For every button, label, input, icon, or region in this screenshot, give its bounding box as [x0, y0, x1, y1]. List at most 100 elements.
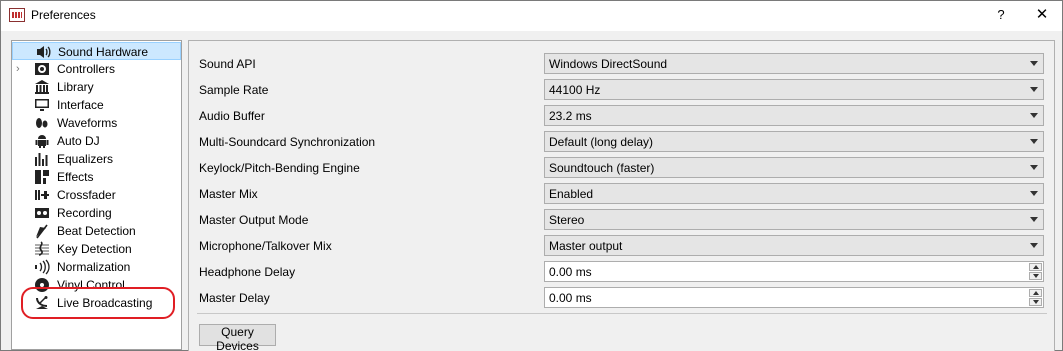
divider: [197, 313, 1047, 314]
spin-down-icon[interactable]: [1029, 298, 1042, 306]
master-delay-input[interactable]: [546, 289, 1026, 306]
form-row-sound-api: Sound API Windows DirectSound: [189, 53, 1054, 75]
select-value: 44100 Hz: [549, 83, 601, 97]
sidebar-item-label: Vinyl Control: [57, 278, 125, 292]
form-label: Audio Buffer: [199, 109, 265, 123]
audio-buffer-select[interactable]: 23.2 ms: [544, 105, 1044, 126]
sidebar-item-label: Sound Hardware: [58, 45, 149, 59]
sidebar-item-label: Key Detection: [57, 242, 132, 256]
sound-hardware-panel: Sound API Windows DirectSound Sample Rat…: [188, 40, 1055, 351]
sidebar-item-library[interactable]: Library: [12, 78, 181, 96]
chevron-down-icon: [1030, 61, 1038, 66]
sidebar-item-label: Normalization: [57, 260, 131, 274]
sidebar-item-label: Effects: [57, 170, 94, 184]
app-icon: [9, 8, 25, 22]
sidebar-item-recording[interactable]: Recording: [12, 204, 181, 222]
form-label: Master Mix: [199, 187, 258, 201]
chevron-down-icon: [1030, 191, 1038, 196]
sidebar-item-controllers[interactable]: › Controllers: [12, 60, 181, 78]
sidebar-item-interface[interactable]: Interface: [12, 96, 181, 114]
form-row-talkover-mix: Microphone/Talkover Mix Master output: [189, 235, 1054, 257]
waveform-icon: [34, 115, 50, 131]
vinyl-icon: [34, 277, 50, 293]
sidebar-item-label: Controllers: [57, 62, 116, 76]
sidebar-item-label: Equalizers: [57, 152, 114, 166]
headphone-delay-input[interactable]: [546, 263, 1026, 280]
crossfader-icon: [34, 187, 50, 203]
form-label: Sound API: [199, 57, 256, 71]
preferences-window: Preferences ? ✕ Sound Hardware › Control…: [0, 0, 1063, 351]
chevron-down-icon: [1030, 113, 1038, 118]
master-delay-spinbox[interactable]: [544, 287, 1044, 308]
form-label: Master Output Mode: [199, 213, 309, 227]
chevron-down-icon: [1030, 139, 1038, 144]
window-title: Preferences: [31, 8, 96, 22]
sidebar-item-equalizers[interactable]: Equalizers: [12, 150, 181, 168]
chevron-right-icon[interactable]: ›: [16, 62, 26, 76]
sidebar-item-label: Auto DJ: [57, 134, 100, 148]
form-label: Headphone Delay: [199, 265, 296, 279]
close-button[interactable]: ✕: [1031, 6, 1053, 26]
keylock-engine-select[interactable]: Soundtouch (faster): [544, 157, 1044, 178]
talkover-mix-select[interactable]: Master output: [544, 235, 1044, 256]
spin-up-icon[interactable]: [1029, 289, 1042, 297]
sidebar-item-label: Beat Detection: [57, 224, 136, 238]
controller-icon: [34, 61, 50, 77]
form-label: Multi-Soundcard Synchronization: [199, 135, 376, 149]
select-value: Master output: [549, 239, 623, 253]
sidebar-item-waveforms[interactable]: Waveforms: [12, 114, 181, 132]
recording-icon: [34, 205, 50, 221]
sidebar-item-label: Waveforms: [57, 116, 118, 130]
sidebar-item-label: Crossfader: [57, 188, 116, 202]
beat-detection-icon: [34, 223, 50, 239]
preferences-category-tree[interactable]: Sound Hardware › Controllers Library Int…: [11, 40, 182, 350]
form-row-sample-rate: Sample Rate 44100 Hz: [189, 79, 1054, 101]
form-row-keylock-engine: Keylock/Pitch-Bending Engine Soundtouch …: [189, 157, 1054, 179]
sidebar-item-auto-dj[interactable]: Auto DJ: [12, 132, 181, 150]
monitor-icon: [34, 97, 50, 113]
key-detection-icon: [34, 241, 50, 257]
sidebar-item-label: Live Broadcasting: [57, 296, 153, 310]
form-row-multi-soundcard-sync: Multi-Soundcard Synchronization Default …: [189, 131, 1054, 153]
sidebar-item-effects[interactable]: Effects: [12, 168, 181, 186]
spin-buttons: [1029, 263, 1042, 280]
form-label: Master Delay: [199, 291, 270, 305]
form-row-master-output-mode: Master Output Mode Stereo: [189, 209, 1054, 231]
query-devices-button[interactable]: Query Devices: [199, 324, 276, 351]
sample-rate-select[interactable]: 44100 Hz: [544, 79, 1044, 100]
help-button[interactable]: ?: [991, 6, 1011, 26]
robot-icon: [34, 133, 50, 149]
form-row-headphone-delay: Headphone Delay: [189, 261, 1054, 283]
sidebar-item-label: Interface: [57, 98, 104, 112]
form-row-audio-buffer: Audio Buffer 23.2 ms: [189, 105, 1054, 127]
sound-api-select[interactable]: Windows DirectSound: [544, 53, 1044, 74]
chevron-down-icon: [1030, 243, 1038, 248]
select-value: Soundtouch (faster): [549, 161, 655, 175]
select-value: Default (long delay): [549, 135, 654, 149]
sidebar-item-key-detection[interactable]: Key Detection: [12, 240, 181, 258]
sidebar-item-beat-detection[interactable]: Beat Detection: [12, 222, 181, 240]
spin-down-icon[interactable]: [1029, 272, 1042, 280]
select-value: Enabled: [549, 187, 594, 201]
master-output-mode-select[interactable]: Stereo: [544, 209, 1044, 230]
sidebar-item-sound-hardware[interactable]: Sound Hardware: [12, 42, 181, 60]
sidebar-item-crossfader[interactable]: Crossfader: [12, 186, 181, 204]
form-label: Keylock/Pitch-Bending Engine: [199, 161, 360, 175]
select-value: Stereo: [549, 213, 585, 227]
library-icon: [34, 79, 50, 95]
form-label: Sample Rate: [199, 83, 269, 97]
master-mix-select[interactable]: Enabled: [544, 183, 1044, 204]
sidebar-item-vinyl-control[interactable]: Vinyl Control: [12, 276, 181, 294]
effects-icon: [34, 169, 50, 185]
select-value: 23.2 ms: [549, 109, 592, 123]
headphone-delay-spinbox[interactable]: [544, 261, 1044, 282]
multi-soundcard-sync-select[interactable]: Default (long delay): [544, 131, 1044, 152]
spin-up-icon[interactable]: [1029, 263, 1042, 271]
sidebar-item-normalization[interactable]: Normalization: [12, 258, 181, 276]
sidebar-item-live-broadcasting[interactable]: Live Broadcasting: [12, 294, 181, 312]
spin-buttons: [1029, 289, 1042, 306]
title-bar: Preferences ? ✕: [1, 1, 1062, 31]
equalizer-icon: [34, 151, 50, 167]
form-label: Microphone/Talkover Mix: [199, 239, 332, 253]
form-row-master-delay: Master Delay: [189, 287, 1054, 309]
